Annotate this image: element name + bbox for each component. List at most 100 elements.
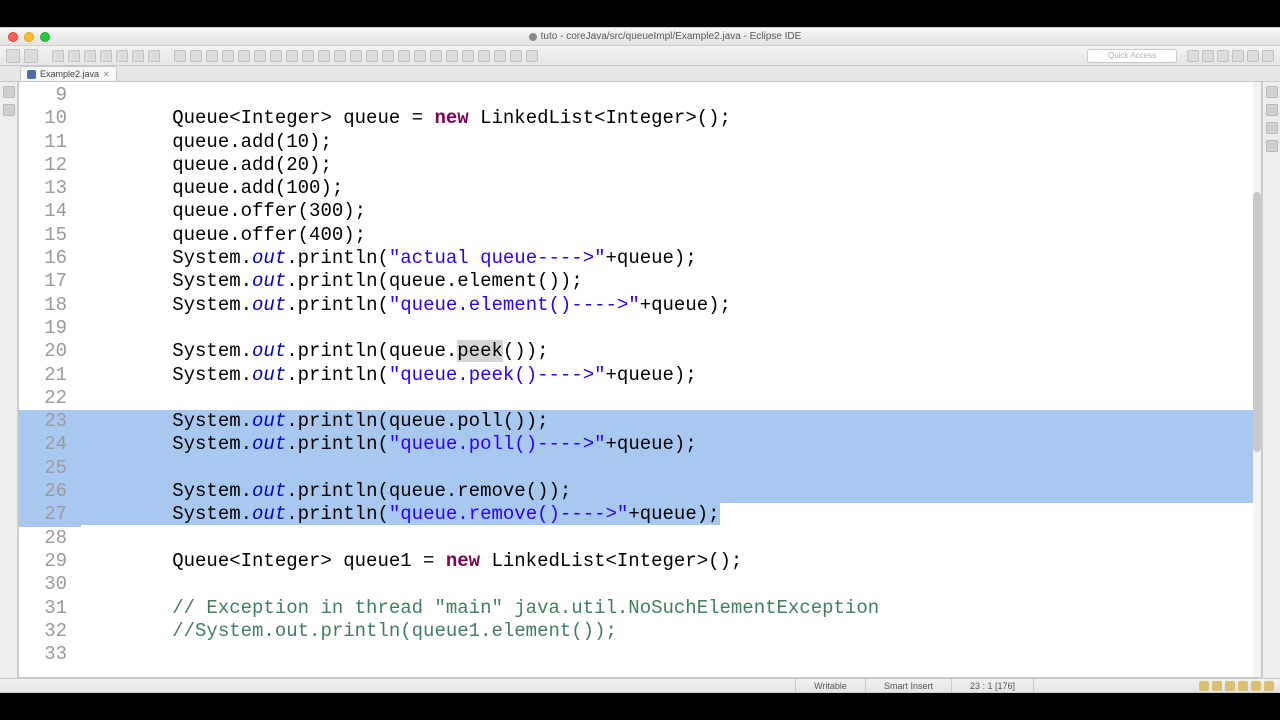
tool-button[interactable] [206, 50, 218, 62]
titlebar[interactable]: tuto - coreJava/src/queueImpl/Example2.j… [0, 28, 1280, 46]
save-button[interactable] [24, 49, 38, 63]
code-editor[interactable]: 910 Queue<Integer> queue = new LinkedLis… [18, 82, 1262, 678]
tool-button[interactable] [148, 50, 160, 62]
perspective-button[interactable] [1232, 50, 1244, 62]
line-number: 21 [19, 364, 81, 387]
tool-button[interactable] [238, 50, 250, 62]
view-icon[interactable] [1266, 140, 1278, 152]
tool-button[interactable] [382, 50, 394, 62]
code-line[interactable]: 21 System.out.println("queue.peek()---->… [19, 364, 1253, 387]
run-button[interactable] [84, 50, 96, 62]
tool-button[interactable] [222, 50, 234, 62]
code-line[interactable]: 11 queue.add(10); [19, 131, 1253, 154]
code-line[interactable]: 31 // Exception in thread "main" java.ut… [19, 597, 1253, 620]
left-view-toolbar [0, 82, 18, 678]
tool-button[interactable] [270, 50, 282, 62]
close-window-button[interactable] [8, 32, 18, 42]
tool-button[interactable] [526, 50, 538, 62]
line-number: 32 [19, 620, 81, 643]
status-icon[interactable] [1225, 681, 1235, 691]
back-button[interactable] [494, 50, 506, 62]
perspective-button[interactable] [1247, 50, 1259, 62]
code-line[interactable]: 32 //System.out.println(queue1.element()… [19, 620, 1253, 643]
status-bar: Writable Smart Insert 23 : 1 [176] [0, 678, 1280, 692]
perspective-button[interactable] [1262, 50, 1274, 62]
tool-button[interactable] [430, 50, 442, 62]
line-number: 9 [19, 84, 81, 107]
new-button[interactable] [6, 49, 20, 63]
tool-button[interactable] [398, 50, 410, 62]
tool-button[interactable] [414, 50, 426, 62]
zoom-window-button[interactable] [40, 32, 50, 42]
perspective-button[interactable] [1202, 50, 1214, 62]
status-icon[interactable] [1212, 681, 1222, 691]
view-icon[interactable] [1266, 104, 1278, 116]
code-line[interactable]: 33 [19, 643, 1253, 666]
tab-label: Example2.java [40, 69, 99, 79]
tool-button[interactable] [52, 50, 64, 62]
tool-button[interactable] [190, 50, 202, 62]
right-view-toolbar [1262, 82, 1280, 678]
status-icon[interactable] [1264, 681, 1274, 691]
tool-button[interactable] [100, 50, 112, 62]
code-line[interactable]: 26 System.out.println(queue.remove()); [19, 480, 1253, 503]
code-line[interactable]: 30 [19, 573, 1253, 596]
minimize-window-button[interactable] [24, 32, 34, 42]
code-line[interactable]: 29 Queue<Integer> queue1 = new LinkedLis… [19, 550, 1253, 573]
perspective-button[interactable] [1217, 50, 1229, 62]
forward-button[interactable] [510, 50, 522, 62]
line-number: 31 [19, 597, 81, 620]
scrollbar-thumb[interactable] [1253, 192, 1261, 452]
code-line[interactable]: 9 [19, 84, 1253, 107]
code-line[interactable]: 20 System.out.println(queue.peek()); [19, 340, 1253, 363]
code-line[interactable]: 25 [19, 457, 1253, 480]
code-line[interactable]: 17 System.out.println(queue.element()); [19, 270, 1253, 293]
code-line[interactable]: 13 queue.add(100); [19, 177, 1253, 200]
code-line[interactable]: 19 [19, 317, 1253, 340]
line-number: 16 [19, 247, 81, 270]
tool-button[interactable] [366, 50, 378, 62]
perspective-button[interactable] [1187, 50, 1199, 62]
debug-button[interactable] [68, 50, 80, 62]
quick-access-input[interactable]: Quick Access [1087, 49, 1177, 63]
vertical-scrollbar[interactable] [1253, 82, 1261, 677]
window-title: tuto - coreJava/src/queueImpl/Example2.j… [50, 31, 1280, 42]
code-line[interactable]: 16 System.out.println("actual queue---->… [19, 247, 1253, 270]
tool-button[interactable] [478, 50, 490, 62]
line-number: 25 [19, 457, 81, 480]
code-line[interactable]: 27 System.out.println("queue.remove()---… [19, 503, 1253, 526]
line-number: 29 [19, 550, 81, 573]
status-icon[interactable] [1251, 681, 1261, 691]
line-number: 17 [19, 270, 81, 293]
tool-button[interactable] [174, 50, 186, 62]
code-line[interactable]: 22 [19, 387, 1253, 410]
close-tab-icon[interactable]: ✕ [103, 70, 110, 79]
tool-button[interactable] [254, 50, 266, 62]
code-line[interactable]: 15 queue.offer(400); [19, 224, 1253, 247]
tool-button[interactable] [318, 50, 330, 62]
tool-button[interactable] [132, 50, 144, 62]
tool-button[interactable] [446, 50, 458, 62]
status-icons [1193, 681, 1280, 691]
view-icon[interactable] [1266, 86, 1278, 98]
status-icon[interactable] [1199, 681, 1209, 691]
code-line[interactable]: 23 System.out.println(queue.poll()); [19, 410, 1253, 433]
tool-button[interactable] [462, 50, 474, 62]
tab-example2-java[interactable]: Example2.java ✕ [20, 66, 117, 81]
line-number: 24 [19, 433, 81, 456]
code-line[interactable]: 10 Queue<Integer> queue = new LinkedList… [19, 107, 1253, 130]
view-icon[interactable] [3, 104, 15, 116]
code-line[interactable]: 18 System.out.println("queue.element()--… [19, 294, 1253, 317]
tool-button[interactable] [302, 50, 314, 62]
tool-button[interactable] [350, 50, 362, 62]
tool-button[interactable] [116, 50, 128, 62]
tool-button[interactable] [286, 50, 298, 62]
tool-button[interactable] [334, 50, 346, 62]
status-icon[interactable] [1238, 681, 1248, 691]
view-icon[interactable] [1266, 122, 1278, 134]
view-icon[interactable] [3, 86, 15, 98]
code-line[interactable]: 12 queue.add(20); [19, 154, 1253, 177]
code-line[interactable]: 28 [19, 527, 1253, 550]
code-line[interactable]: 14 queue.offer(300); [19, 200, 1253, 223]
code-line[interactable]: 24 System.out.println("queue.poll()---->… [19, 433, 1253, 456]
